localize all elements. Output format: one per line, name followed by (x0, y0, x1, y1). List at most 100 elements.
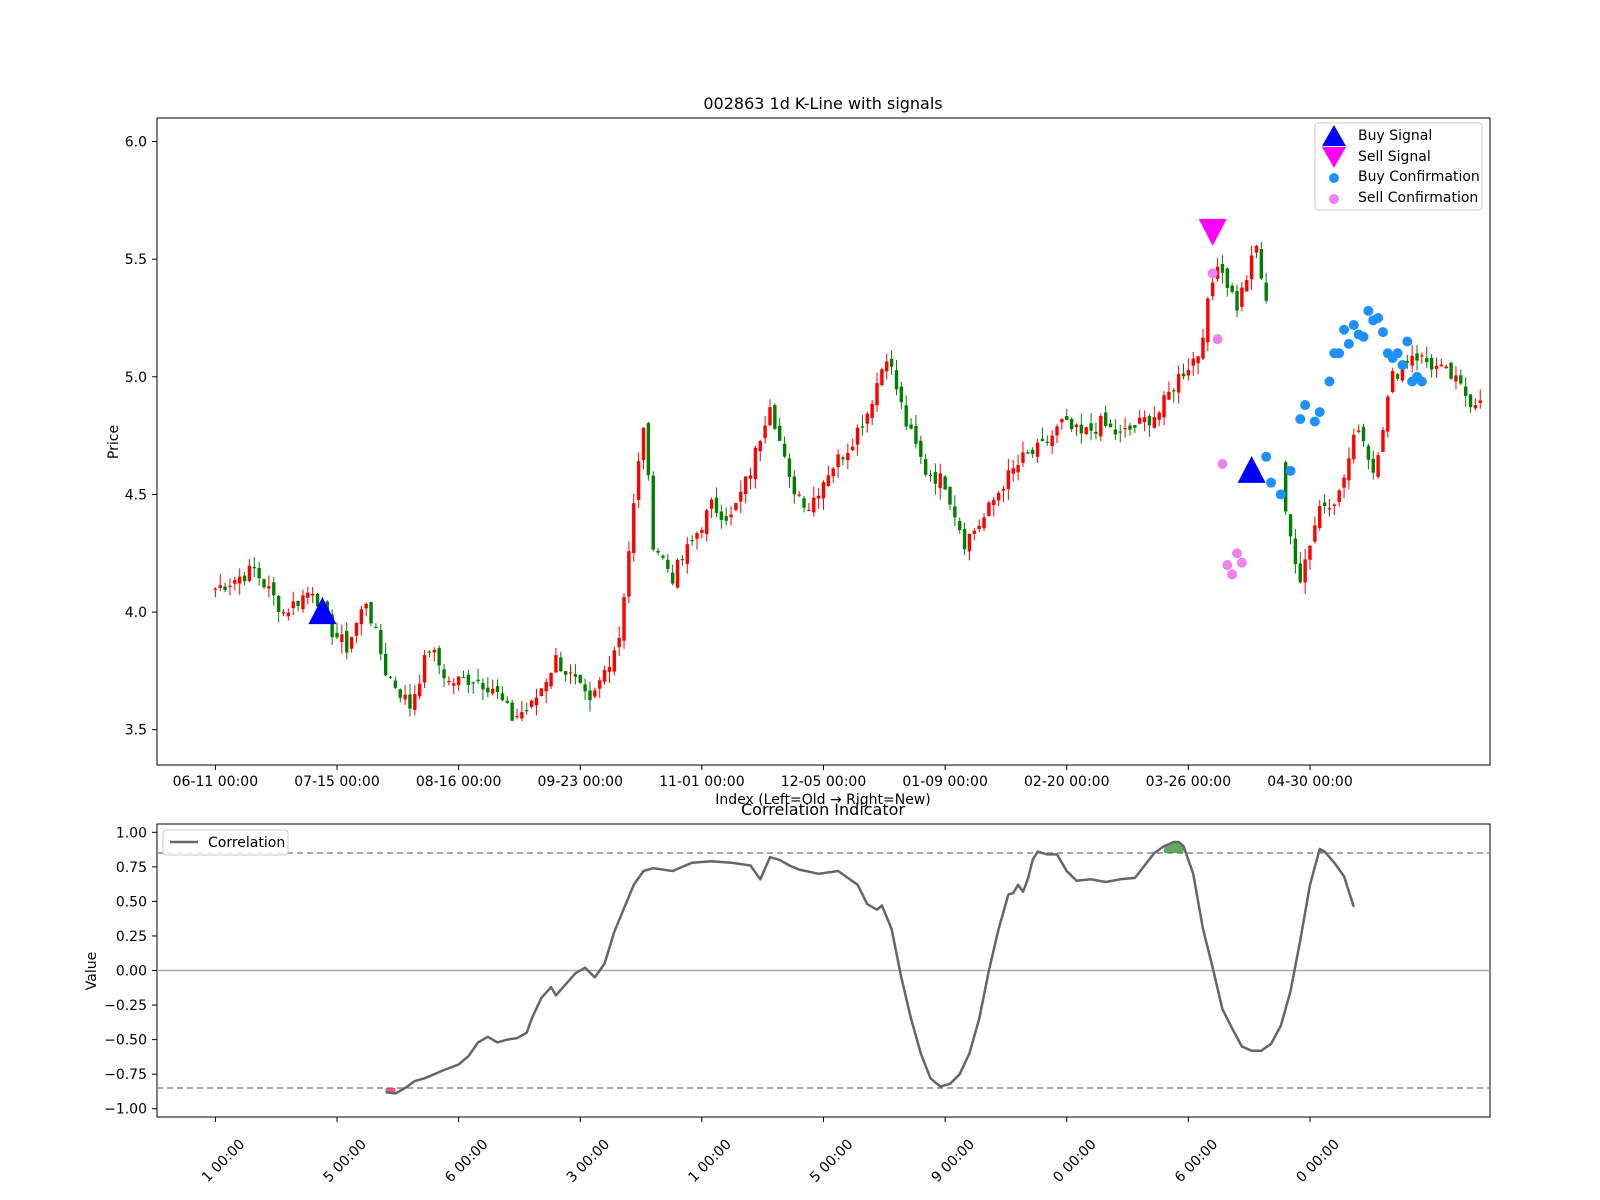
candle-body (1016, 465, 1020, 473)
legend-sell-signal-label: Sell Signal (1358, 149, 1431, 165)
candle-body (578, 674, 582, 683)
candle-body (1094, 431, 1098, 434)
candle-body (962, 528, 967, 550)
candle-body (1381, 429, 1385, 452)
candle-body (1079, 424, 1084, 434)
correlation-x-tick-label: 5 00:00 (807, 1137, 856, 1186)
candle-body (515, 716, 519, 718)
candle-body (1050, 435, 1054, 447)
candle-body (1026, 452, 1030, 454)
candle-body (607, 666, 612, 672)
candle-body (1342, 477, 1346, 488)
candle-body (943, 476, 947, 490)
candle-body (855, 427, 860, 445)
candle-body (1108, 423, 1113, 428)
candle-body (646, 423, 651, 476)
candle-body (1065, 416, 1069, 420)
candle-body (933, 471, 938, 484)
buy-confirmation-point (1334, 348, 1345, 359)
candle-body (554, 655, 558, 673)
buy-confirmation-point (1339, 324, 1350, 335)
candle-body (714, 497, 719, 514)
sell-confirmation-point (1212, 334, 1223, 345)
candle-body (1099, 416, 1103, 437)
candle-body (1001, 488, 1006, 491)
candle-body (291, 601, 295, 609)
legend-buy-signal-label: Buy Signal (1358, 128, 1432, 144)
candle-body (583, 684, 587, 692)
candle-body (1459, 375, 1463, 384)
kline-y-tick-label: 5.0 (125, 370, 147, 386)
candle-body (870, 403, 874, 419)
candle-body (1454, 375, 1458, 382)
candle-body (923, 459, 928, 475)
correlation-y-tick-label: −0.75 (104, 1067, 147, 1083)
candle-body (1478, 400, 1482, 404)
correlation-x-tick-label: 1 00:00 (199, 1137, 248, 1186)
buy-confirmation-point (1392, 348, 1403, 359)
candle-body (996, 492, 1001, 501)
candle-body (267, 586, 271, 589)
signal-markers (308, 218, 1266, 625)
candle-body (374, 626, 378, 629)
candle-body (977, 525, 981, 530)
candle-body (461, 677, 466, 679)
buy-confirmation-point (1343, 338, 1354, 349)
candle-body (568, 672, 573, 674)
candle-body (447, 680, 451, 683)
candle-body (238, 576, 242, 584)
candle-body (885, 361, 889, 372)
kline-x-ticks: 06-11 00:00 07-15 00:00 08-16 00:00 09-23 0… (173, 765, 1353, 790)
buy-confirmation-point (1266, 477, 1277, 488)
sell-confirmation-point (1232, 548, 1243, 559)
candle-body (1191, 358, 1195, 366)
kline-x-tick-label: 04-30 00:00 (1267, 774, 1352, 790)
correlation-title: Correlation Indicator (741, 800, 905, 819)
sell-signal-marker (1198, 218, 1227, 246)
correlation-x-tick-label: 0 00:00 (1294, 1137, 1343, 1186)
candle-body (510, 702, 514, 721)
candle-body (1147, 415, 1152, 426)
candle-body (666, 559, 670, 569)
kline-title: 002863 1d K-Line with signals (703, 94, 942, 113)
candle-body (349, 636, 354, 649)
buy-confirmation-point (1363, 305, 1374, 316)
candle-body (958, 521, 962, 531)
candle-body (306, 592, 310, 598)
candle-body (1118, 431, 1122, 433)
candle-body (452, 683, 456, 686)
candle-body (1181, 373, 1186, 377)
candle-body (734, 502, 738, 511)
correlation-x-tick-label: 1 00:00 (685, 1137, 734, 1186)
sell-confirmation-point (1227, 569, 1238, 580)
candle-body (1123, 428, 1127, 430)
correlation-y-ticks: −1.00 −0.75 −0.50 −0.25 0.00 0.25 0.50 0.75 1.00 (104, 825, 157, 1118)
candle-body (1264, 282, 1268, 301)
candle-body (1060, 419, 1064, 423)
candle-body (559, 657, 563, 672)
candle-body (218, 585, 222, 588)
candle-body (233, 580, 237, 584)
candle-body (1196, 356, 1200, 364)
correlation-legend-label: Correlation (208, 835, 285, 851)
candle-body (1128, 425, 1132, 430)
candle-body (393, 680, 398, 688)
candle-body (778, 425, 782, 441)
candle-body (690, 539, 694, 542)
candle-body (1473, 405, 1478, 409)
kline-x-tick-label: 01-09 00:00 (902, 774, 987, 790)
candle-body (1332, 504, 1337, 506)
candle-body (1021, 452, 1025, 463)
kline-y-ticks: 3.5 4.0 4.5 5.0 5.5 6.0 (125, 135, 157, 739)
kline-plot-frame (156, 117, 1491, 766)
candle-body (1425, 357, 1429, 363)
candle-body (812, 497, 816, 513)
candle-body (403, 694, 407, 700)
candle-body (369, 601, 373, 624)
candle-body (335, 632, 339, 638)
candle-body (846, 452, 850, 461)
correlation-y-tick-label: −0.25 (104, 998, 147, 1014)
candle-body (1449, 362, 1453, 379)
candle-body (1030, 449, 1035, 454)
candle-body (296, 601, 300, 606)
